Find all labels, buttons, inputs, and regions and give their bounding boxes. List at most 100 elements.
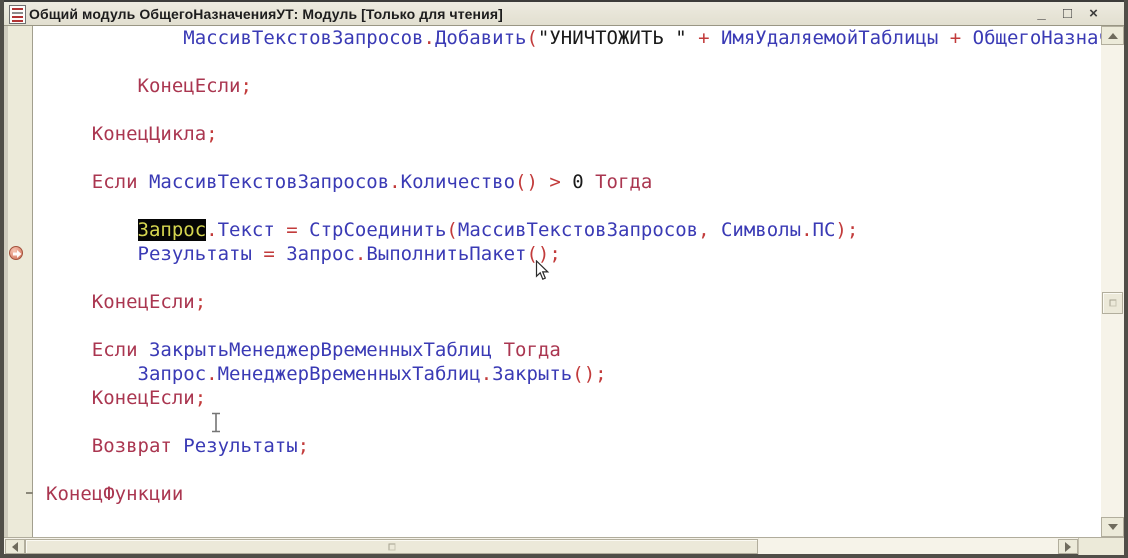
code-segment: + [687, 27, 721, 49]
code-segment: Возврат [46, 435, 183, 457]
code-line[interactable] [46, 146, 1101, 170]
scroll-up-icon [1108, 33, 1118, 39]
window-border-bottom [0, 554, 1128, 558]
code-line[interactable]: КонецФункции [46, 482, 1101, 506]
code-segment: . [481, 363, 492, 385]
code-segment: ; [206, 123, 217, 145]
code-segment: КонецЦикла [46, 123, 206, 145]
scroll-left-button[interactable] [5, 539, 25, 554]
code-line[interactable] [46, 458, 1101, 482]
code-segment: ИмяУдаляемойТаблицы [721, 27, 938, 49]
code-segment: ; [195, 291, 206, 313]
code-line[interactable]: МассивТекстовЗапросов.Добавить("УНИЧТОЖИ… [46, 26, 1101, 50]
scroll-down-icon [1108, 524, 1118, 530]
code-segment: = [252, 243, 286, 265]
code-segment: . [389, 171, 400, 193]
maximize-button[interactable]: □ [1059, 5, 1076, 22]
code-segment: МенеджерВременныхТаблиц [218, 363, 481, 385]
code-segment: (); [572, 363, 606, 385]
code-line[interactable] [46, 98, 1101, 122]
code-line[interactable]: Запрос.Текст = СтрСоединить(МассивТексто… [46, 218, 1101, 242]
code-segment: () > [515, 171, 572, 193]
selected-word: Запрос [138, 219, 207, 241]
code-line[interactable]: Запрос.МенеджерВременныхТаблиц.Закрыть()… [46, 362, 1101, 386]
code-segment: "УНИЧТОЖИТЬ " [538, 27, 687, 49]
editor-gutter [8, 26, 32, 537]
scroll-left-icon [12, 542, 18, 552]
window-border-right [1124, 0, 1128, 558]
code-segment: КонецЕсли [46, 75, 240, 97]
close-button[interactable]: × [1085, 5, 1102, 22]
code-segment: КонецФункции [46, 483, 183, 505]
code-line[interactable] [46, 314, 1101, 338]
code-segment: , [698, 219, 721, 241]
code-segment: Тогда [492, 339, 561, 361]
code-segment: Если [46, 339, 149, 361]
horizontal-scrollbar[interactable] [4, 537, 1124, 554]
thumb-grip-icon [1109, 300, 1116, 307]
vertical-scrollbar-thumb[interactable] [1102, 292, 1123, 314]
code-segment [46, 219, 138, 241]
code-segment: . [424, 27, 435, 49]
code-segment: . [801, 219, 812, 241]
scroll-down-button[interactable] [1101, 517, 1124, 537]
code-segment: Запрос [46, 363, 206, 385]
code-segment: ( [446, 219, 457, 241]
code-segment: Количество [401, 171, 515, 193]
code-line[interactable]: Результаты = Запрос.ВыполнитьПакет(); [46, 242, 1101, 266]
code-line[interactable] [46, 50, 1101, 74]
code-lines: МассивТекстовЗапросов.Добавить("УНИЧТОЖИ… [33, 26, 1101, 506]
code-segment: ЗакрытьМенеджерВременныхТаблиц [149, 339, 492, 361]
horizontal-scrollbar-thumb[interactable] [25, 539, 758, 554]
code-line[interactable]: КонецЕсли; [46, 386, 1101, 410]
code-segment: + [938, 27, 972, 49]
module-editor-window: Общий модуль ОбщегоНазначенияУТ: Модуль … [0, 0, 1128, 558]
scroll-right-button[interactable] [1058, 539, 1078, 554]
code-segment: = [275, 219, 309, 241]
current-position-icon [9, 246, 23, 260]
code-segment: Результаты [183, 435, 297, 457]
code-segment: МассивТекстовЗапросов [458, 219, 698, 241]
code-segment: Результаты [46, 243, 252, 265]
code-line[interactable]: Если ЗакрытьМенеджерВременныхТаблиц Тогд… [46, 338, 1101, 362]
window-title: Общий модуль ОбщегоНазначенияУТ: Модуль … [29, 6, 503, 22]
code-segment: ; [240, 75, 251, 97]
code-line[interactable] [46, 266, 1101, 290]
vertical-scrollbar[interactable] [1101, 26, 1124, 537]
code-segment: Символы [721, 219, 801, 241]
titlebar[interactable]: Общий модуль ОбщегоНазначенияУТ: Модуль … [4, 2, 1124, 26]
module-document-icon [9, 5, 26, 24]
code-line[interactable] [46, 410, 1101, 434]
code-line[interactable]: КонецЦикла; [46, 122, 1101, 146]
code-segment: Тогда [584, 171, 653, 193]
code-segment: СтрСоединить [309, 219, 446, 241]
window-controls: _ □ × [1033, 2, 1102, 25]
code-line[interactable] [46, 194, 1101, 218]
code-line[interactable]: Возврат Результаты; [46, 434, 1101, 458]
code-area[interactable]: МассивТекстовЗапросов.Добавить("УНИЧТОЖИ… [33, 26, 1101, 537]
code-segment: . [206, 363, 217, 385]
code-segment: ( [526, 27, 537, 49]
code-segment: . [206, 219, 217, 241]
code-segment: МассивТекстовЗапросов [46, 27, 424, 49]
code-segment: МассивТекстовЗапросов [149, 171, 389, 193]
scroll-right-icon [1065, 542, 1071, 552]
code-segment: Текст [218, 219, 275, 241]
code-segment: Если [46, 171, 149, 193]
code-segment: . [355, 243, 366, 265]
code-segment: ОбщегоНазнач [973, 27, 1101, 49]
code-segment: 0 [572, 171, 583, 193]
minimize-button[interactable]: _ [1033, 5, 1050, 22]
code-line[interactable]: КонецЕсли; [46, 290, 1101, 314]
code-segment: ; [195, 387, 206, 409]
code-segment: ); [835, 219, 858, 241]
code-line[interactable]: Если МассивТекстовЗапросов.Количество() … [46, 170, 1101, 194]
code-segment: Закрыть [492, 363, 572, 385]
code-segment: ПС [813, 219, 836, 241]
scroll-up-button[interactable] [1101, 26, 1124, 45]
code-segment: Добавить [435, 27, 527, 49]
code-segment: ; [298, 435, 309, 457]
code-line[interactable]: КонецЕсли; [46, 74, 1101, 98]
code-segment: ВыполнитьПакет [366, 243, 526, 265]
code-segment: КонецЕсли [46, 291, 195, 313]
